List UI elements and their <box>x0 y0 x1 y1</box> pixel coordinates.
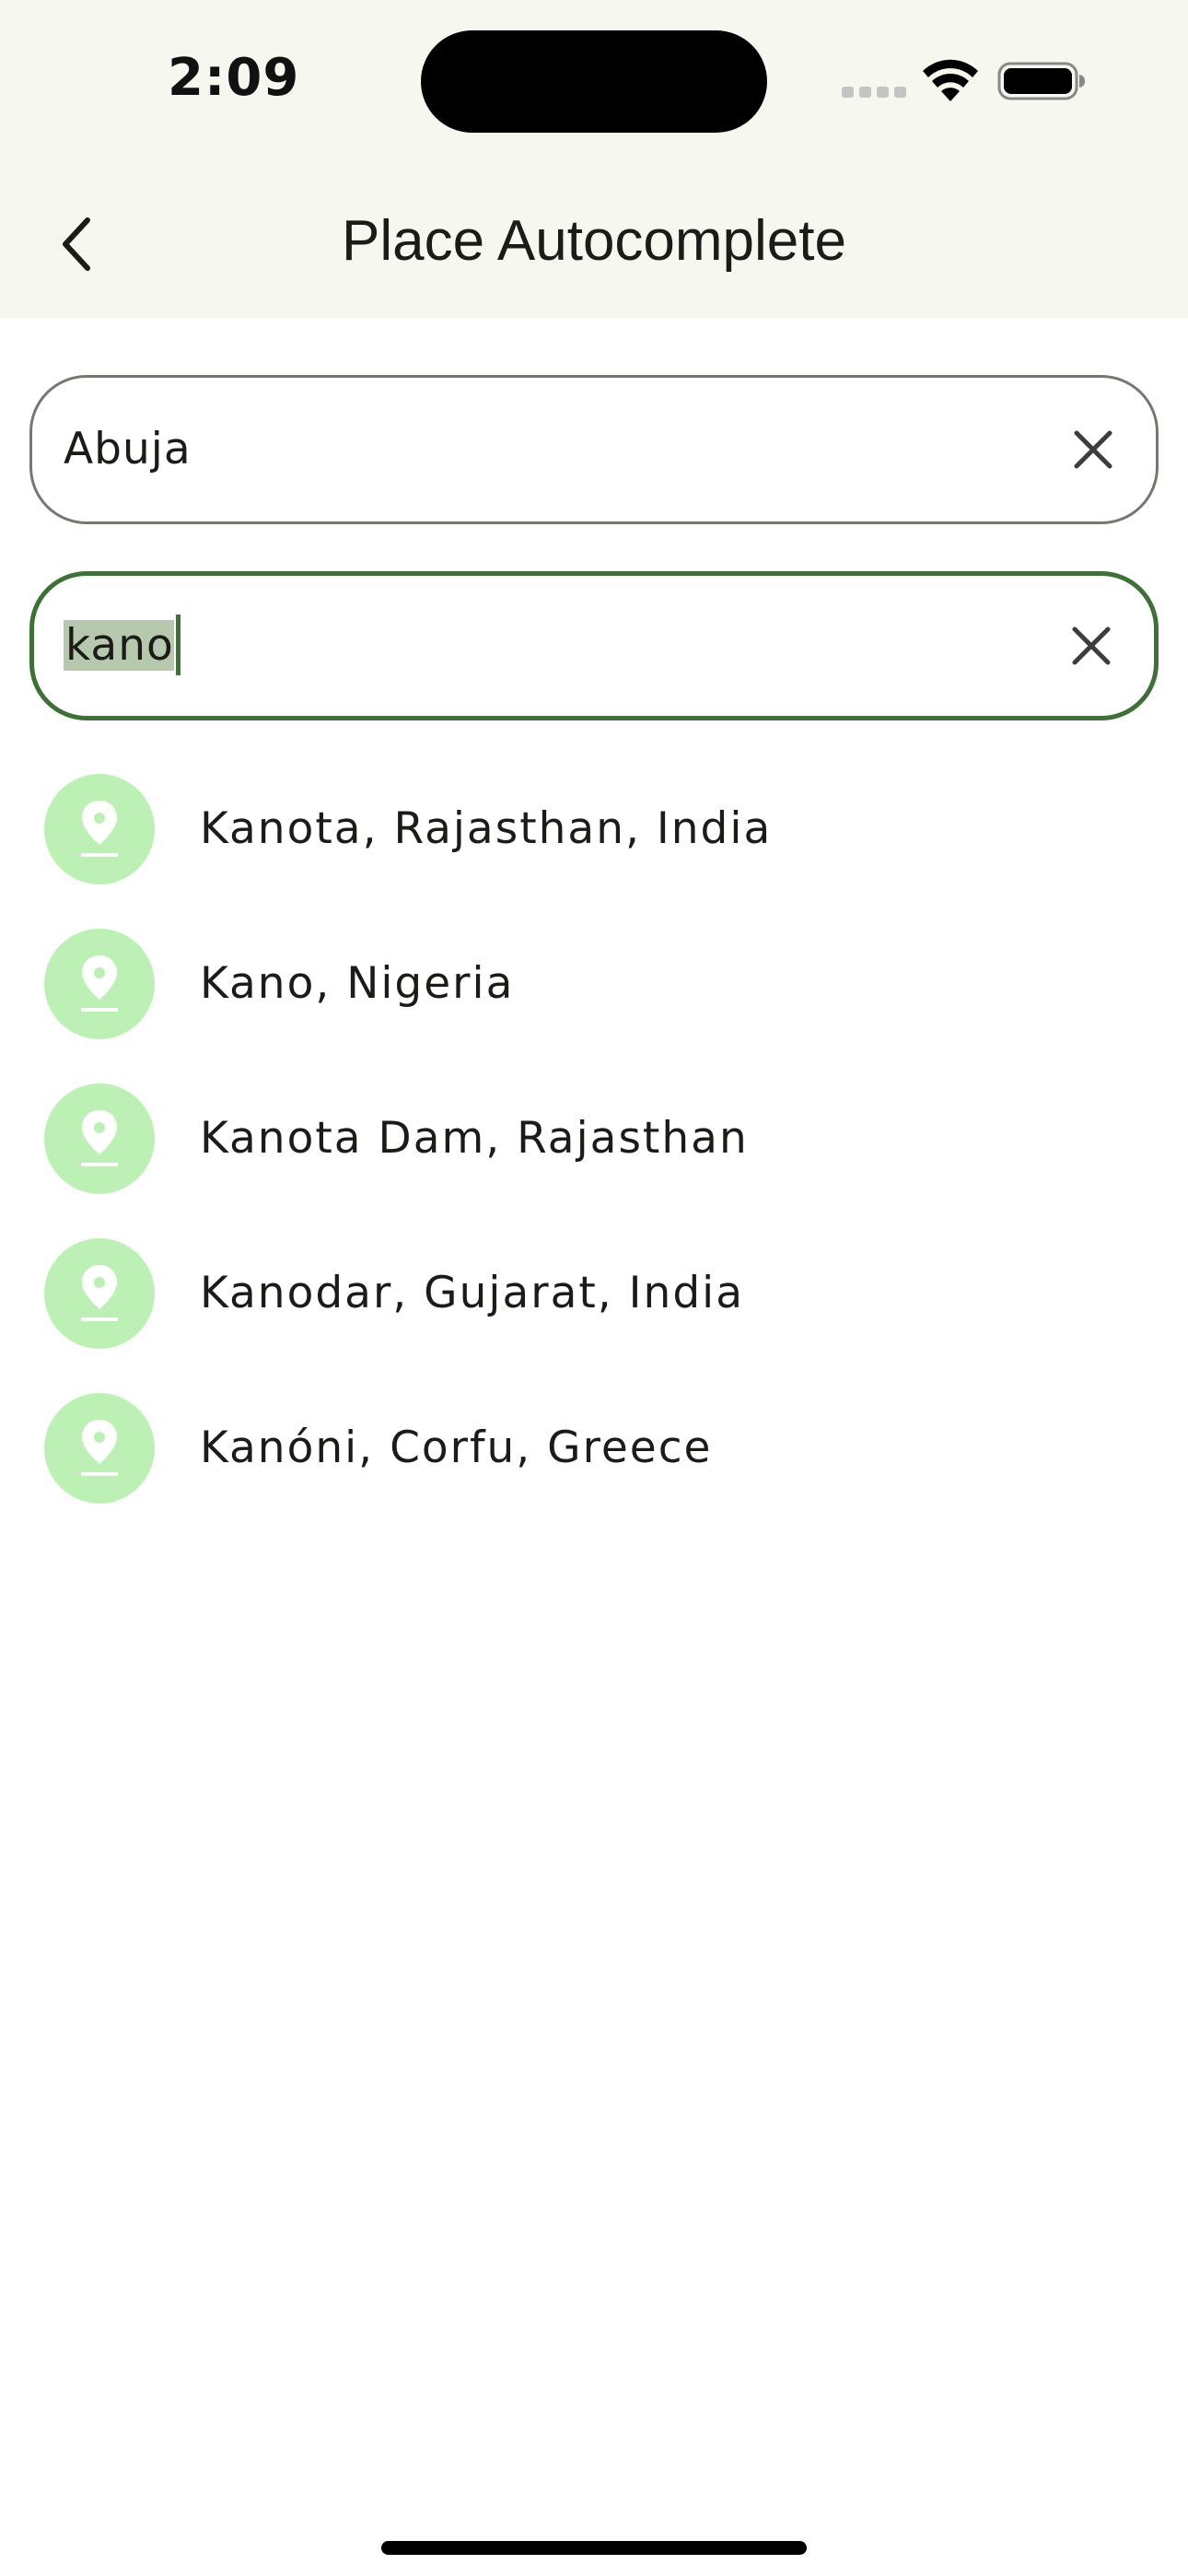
suggestion-label: Kanota, Rajasthan, India <box>200 803 773 854</box>
suggestion-item[interactable]: Kanodar, Gujarat, India <box>0 1216 1188 1371</box>
origin-input-value[interactable]: Abuja <box>64 420 192 479</box>
wifi-icon <box>923 59 978 101</box>
suggestion-item[interactable]: Kanota, Rajasthan, India <box>0 752 1188 907</box>
origin-clear-button[interactable] <box>1066 422 1121 477</box>
destination-input[interactable]: kano <box>64 615 181 676</box>
place-pin-icon <box>44 1238 155 1349</box>
cellular-signal-icon <box>842 87 906 98</box>
status-time: 2:09 <box>168 48 300 108</box>
suggestion-label: Kanodar, Gujarat, India <box>200 1268 745 1318</box>
destination-field[interactable]: kano <box>29 571 1159 720</box>
suggestion-list: Kanota, Rajasthan, India Kano, Nigeria K… <box>0 752 1188 1526</box>
suggestion-item[interactable]: Kano, Nigeria <box>0 907 1188 1061</box>
text-cursor <box>175 615 181 676</box>
dynamic-island <box>421 30 767 133</box>
place-pin-icon <box>44 774 155 884</box>
suggestion-label: Kano, Nigeria <box>200 958 515 1009</box>
place-pin-icon <box>44 1083 155 1194</box>
page-title: Place Autocomplete <box>341 209 846 273</box>
suggestion-item[interactable]: Kanóni, Corfu, Greece <box>0 1371 1188 1526</box>
destination-clear-button[interactable] <box>1064 618 1119 673</box>
origin-field[interactable]: Abuja <box>29 375 1159 524</box>
suggestion-label: Kanota Dam, Rajasthan <box>200 1113 749 1164</box>
place-pin-icon <box>44 929 155 1039</box>
suggestion-item[interactable]: Kanota Dam, Rajasthan <box>0 1061 1188 1216</box>
home-indicator[interactable] <box>381 2541 807 2555</box>
place-pin-icon <box>44 1393 155 1504</box>
destination-input-value: kano <box>64 619 174 671</box>
close-icon <box>1074 430 1112 469</box>
suggestion-label: Kanóni, Corfu, Greece <box>200 1423 713 1473</box>
close-icon <box>1072 626 1111 665</box>
battery-icon <box>997 62 1085 100</box>
top-app-area: 2:09 Place Autocomplete <box>0 0 1188 318</box>
